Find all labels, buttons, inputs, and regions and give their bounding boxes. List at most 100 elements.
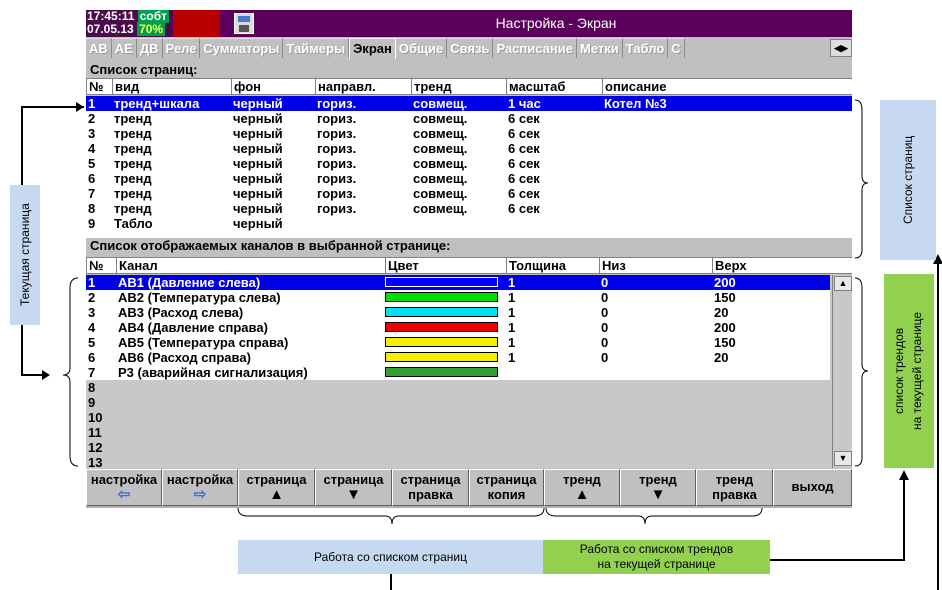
tab-11[interactable]: Табло [622,38,669,58]
channel-row-empty[interactable]: 10 [86,410,830,425]
tab-3[interactable]: Реле [162,38,201,58]
channel-list-scrollbar[interactable]: ▲ ▼ [832,275,852,468]
page-cell [602,216,604,231]
channel-row[interactable]: 3 АВ3 (Расход слева) 1 0 20 [86,305,830,320]
page-edit-button[interactable]: страница правка [392,469,469,506]
channel-row[interactable]: 1 АВ1 (Давление слева) 1 0 200 [86,275,830,290]
page-list-callout-text: Список страниц [901,135,915,225]
channel-cell: 10 [88,410,103,425]
page-list: 1 тренд+шкала черный гориз. совмещ. 1 час Коте… [86,96,852,238]
page-row[interactable]: 7 тренд черный гориз. совмещ. 6 сек [86,186,830,201]
page-row[interactable]: 3 тренд черный гориз. совмещ. 6 сек [86,126,830,141]
page-copy-button[interactable]: страница копия [469,469,544,506]
trend-list-callout-line1: список трендов [892,327,906,415]
trend-down-button-label: тренд [639,472,677,487]
status-date: 07.05.13 [87,22,134,36]
trend-edit-button[interactable]: тренд правка [696,469,773,506]
channel-cell: 0 [601,350,609,365]
channel-col-header-4[interactable]: Низ [599,258,626,273]
scroll-down-icon[interactable]: ▼ [834,451,852,466]
channel-row[interactable]: 7 Р3 (аварийная сигнализация) [86,365,830,380]
channel-row-empty[interactable]: 13 [86,455,830,470]
page-row[interactable]: 8 тренд черный гориз. совмещ. 6 сек [86,201,830,216]
trend-edit-button-label: тренд [715,472,754,487]
page-col-header-0[interactable]: № [86,79,104,94]
color-swatch [385,307,498,317]
channel-col-header-0[interactable]: № [86,258,104,273]
page-down-button[interactable]: страница ▼ [315,469,392,506]
channel-col-header-5[interactable]: Верх [712,258,747,273]
trend-up-button[interactable]: тренд ▲ [544,469,620,506]
page-col-header-6[interactable]: описание [602,79,666,94]
page-cell: черный [233,156,283,171]
page-cell: гориз. [317,201,357,216]
page-cell: тренд [114,111,152,126]
channel-cell: 9 [88,395,96,410]
page-col-header-1[interactable]: вид [112,79,139,94]
page-cell: гориз. [317,186,357,201]
channel-row[interactable]: 6 АВ6 (Расход справа) 1 0 20 [86,350,830,365]
tab-2[interactable]: ДВ [136,38,163,58]
channel-cell: 5 [88,335,96,350]
channel-row-empty[interactable]: 8 [86,380,830,395]
page-cell: тренд+шкала [114,96,200,111]
page-cell: черный [233,96,283,111]
channel-list-title: Список отображаемых каналов в выбранной … [86,239,852,253]
work-pages-callout: Работа со списком страниц [238,540,543,574]
channel-row[interactable]: 2 АВ2 (Температура слева) 1 0 150 [86,290,830,305]
channel-row-empty[interactable]: 11 [86,425,830,440]
channel-row-empty[interactable]: 9 [86,395,830,410]
page-row[interactable]: 9 Табло черный [86,216,830,231]
arrow-down-icon: ▼ [346,486,361,503]
settings-next-button[interactable]: настройка ⇨ [162,469,238,506]
page-up-button[interactable]: страница ▲ [238,469,315,506]
page-edit-button-label2: правка [408,487,453,502]
page-cell: 6 сек [508,141,540,156]
tab-8[interactable]: Связь [447,38,494,58]
channel-row-empty[interactable]: 12 [86,440,830,455]
exit-button-label: выход [791,479,834,494]
channel-col-header-3[interactable]: Толщина [506,258,566,273]
tab-scroll-arrows[interactable]: ◀▶ [830,39,852,57]
page-row[interactable]: 5 тренд черный гориз. совмещ. 6 сек [86,156,830,171]
page-cell [602,141,604,156]
page-cell: совмещ. [413,201,468,216]
page-cell: черный [233,201,283,216]
arrow-down-icon: ▼ [650,486,666,503]
tab-12[interactable]: С [668,38,685,58]
settings-prev-button[interactable]: настройка ⇦ [86,469,162,506]
page-col-header-2[interactable]: фон [231,79,261,94]
channel-cell: 11 [88,425,102,440]
channel-col-header-2[interactable]: Цвет [385,258,419,273]
tab-1[interactable]: АЕ [111,38,137,58]
page-col-header-5[interactable]: масштаб [506,79,565,94]
page-list-header: № вид фон направл. тренд масштаб описание [86,78,852,95]
tab-4[interactable]: Сумматоры [200,38,284,58]
page-col-header-3[interactable]: направл. [315,79,376,94]
page-cell: Котел №3 [604,96,667,111]
page-row[interactable]: 4 тренд черный гориз. совмещ. 6 сек [86,141,830,156]
page-row[interactable]: 6 тренд черный гориз. совмещ. 6 сек [86,171,830,186]
tab-9[interactable]: Расписание [493,38,577,58]
page-cell: 6 [88,171,96,186]
page-cell: 7 [88,186,96,201]
page-col-header-4[interactable]: тренд [411,79,452,94]
exit-button[interactable]: выход [773,469,852,506]
page-row[interactable]: 2 тренд черный гориз. совмещ. 6 сек [86,111,830,126]
page-cell: черный [233,141,283,156]
page-cell: гориз. [317,156,357,171]
tab-0[interactable]: АВ [86,38,112,58]
page-cell: черный [233,216,283,231]
tab-6[interactable]: Экран [349,38,396,59]
channel-col-header-1[interactable]: Канал [116,258,158,273]
tab-7[interactable]: Общие [395,38,448,58]
page-row[interactable]: 1 тренд+шкала черный гориз. совмещ. 1 час Коте… [86,96,852,111]
scroll-up-icon[interactable]: ▲ [834,276,852,291]
channel-row[interactable]: 5 АВ5 (Температура справа) 1 0 150 [86,335,830,350]
current-page-callout: Текущая страница [10,185,40,325]
save-icon[interactable] [234,13,254,34]
channel-row[interactable]: 4 АВ4 (Давление справа) 1 0 200 [86,320,830,335]
tab-10[interactable]: Метки [576,38,623,58]
tab-5[interactable]: Таймеры [283,38,350,58]
trend-down-button[interactable]: тренд ▼ [620,469,696,506]
